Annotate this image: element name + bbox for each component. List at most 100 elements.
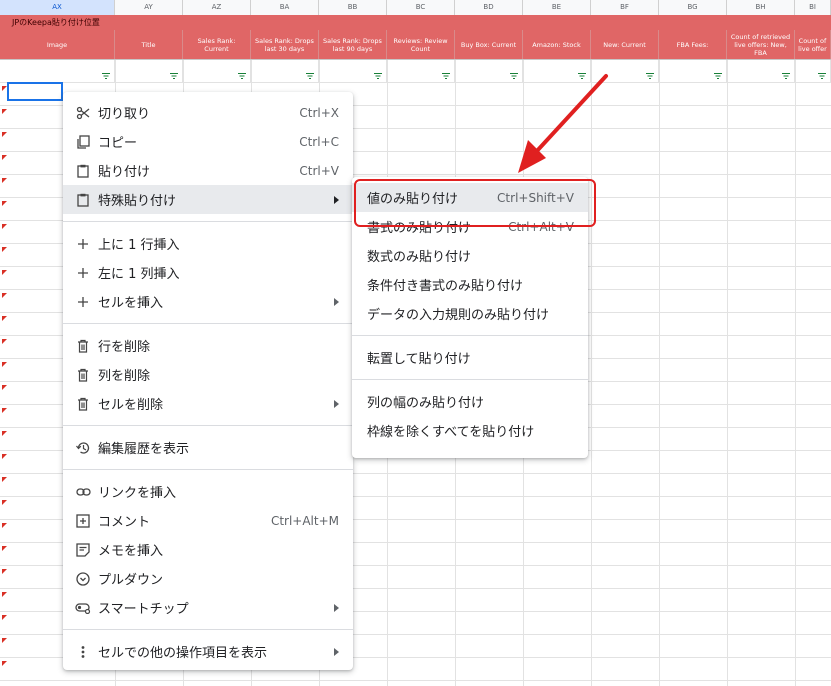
shortcut-text: Ctrl+C: [299, 134, 339, 149]
scissors-icon: [75, 105, 91, 121]
menu-item-more-cell-actions[interactable]: セルでの他の操作項目を表示: [63, 637, 353, 666]
menu-item-insert-row-above[interactable]: 上に 1 行挿入: [63, 229, 353, 258]
title-cell[interactable]: JPのKeepa貼り付け位置: [12, 15, 100, 30]
comment-marker-icon: [2, 109, 7, 114]
header-cell[interactable]: Amazon: Stock: [523, 30, 591, 59]
comment-marker-icon: [2, 569, 7, 574]
filter-icon[interactable]: [646, 73, 654, 79]
plus-icon: [75, 236, 91, 252]
comment-marker-icon: [2, 592, 7, 597]
shortcut-text: Ctrl+X: [299, 105, 339, 120]
column-header-bh[interactable]: BH: [727, 0, 795, 15]
menu-separator: [63, 221, 353, 222]
menu-item-smart-chips[interactable]: スマートチップ: [63, 593, 353, 622]
filter-cell: [183, 60, 251, 82]
header-cell[interactable]: Sales Rank: Current: [183, 30, 251, 59]
header-cell[interactable]: FBA Fees:: [659, 30, 727, 59]
filter-cell: [795, 60, 831, 82]
menu-item-insert-column-left[interactable]: 左に 1 列挿入: [63, 258, 353, 287]
menu-item-label: プルダウン: [98, 573, 164, 588]
filter-icon[interactable]: [782, 73, 790, 79]
menu-item-dropdown[interactable]: プルダウン: [63, 564, 353, 593]
menu-item-paste-all-except-borders[interactable]: 枠線を除くすべてを貼り付け: [352, 416, 588, 445]
selected-cell[interactable]: [7, 82, 63, 101]
filter-icon[interactable]: [170, 73, 178, 79]
comment-marker-icon: [2, 500, 7, 505]
comment-marker-icon: [2, 431, 7, 436]
column-header-ba[interactable]: BA: [251, 0, 319, 15]
menu-item-label: 行を削除: [98, 340, 151, 355]
submenu-arrow-icon: [334, 603, 339, 612]
menu-item-label: メモを挿入: [98, 544, 164, 559]
trash-icon: [75, 367, 91, 383]
menu-item-label: 左に 1 列挿入: [98, 267, 180, 282]
menu-item-paste-formula-only[interactable]: 数式のみ貼り付け: [352, 241, 588, 270]
filter-icon[interactable]: [714, 73, 722, 79]
menu-item-label: 編集履歴を表示: [98, 442, 190, 457]
menu-item-comment[interactable]: コメント Ctrl+Alt+M: [63, 506, 353, 535]
menu-item-label: 転置して貼り付け: [367, 352, 471, 367]
column-header-bd[interactable]: BD: [455, 0, 523, 15]
column-header-ax[interactable]: AX: [0, 0, 115, 15]
filter-icon[interactable]: [442, 73, 450, 79]
menu-item-delete-row[interactable]: 行を削除: [63, 331, 353, 360]
comment-marker-icon: [2, 408, 7, 413]
grid-line: [795, 16, 796, 686]
header-cell[interactable]: Title: [115, 30, 183, 59]
header-cell[interactable]: Sales Rank: Drops last 30 days: [251, 30, 319, 59]
menu-item-paste-data-validation-only[interactable]: データの入力規則のみ貼り付け: [352, 299, 588, 328]
header-cell[interactable]: Count of retrieved live offers: New, FBA: [727, 30, 795, 59]
menu-item-label: スマートチップ: [98, 602, 189, 617]
menu-item-copy[interactable]: コピー Ctrl+C: [63, 127, 353, 156]
menu-item-paste-column-width-only[interactable]: 列の幅のみ貼り付け: [352, 387, 588, 416]
column-header-bc[interactable]: BC: [387, 0, 455, 15]
trash-icon: [75, 338, 91, 354]
menu-item-cut[interactable]: 切り取り Ctrl+X: [63, 98, 353, 127]
menu-item-paste-special[interactable]: 特殊貼り付け: [63, 185, 353, 214]
menu-item-delete-cells[interactable]: セルを削除: [63, 389, 353, 418]
shortcut-text: Ctrl+Alt+M: [270, 513, 339, 528]
filter-icon[interactable]: [238, 73, 246, 79]
header-cell[interactable]: Buy Box: Current: [455, 30, 523, 59]
column-header-bg[interactable]: BG: [659, 0, 727, 15]
menu-item-label: 列を削除: [98, 369, 151, 384]
filter-cell: [319, 60, 387, 82]
column-header-be[interactable]: BE: [523, 0, 591, 15]
menu-item-paste[interactable]: 貼り付け Ctrl+V: [63, 156, 353, 185]
column-header-bb[interactable]: BB: [319, 0, 387, 15]
column-header-bi[interactable]: BI: [795, 0, 831, 15]
header-cell[interactable]: Count of live offer: [795, 30, 831, 59]
annotation-arrow-icon: [518, 74, 608, 173]
smart-chip-icon: [75, 600, 91, 616]
filter-cell: [251, 60, 319, 82]
filter-cell: [727, 60, 795, 82]
menu-item-edit-history[interactable]: 編集履歴を表示: [63, 433, 353, 462]
menu-separator: [63, 629, 353, 630]
filter-cell: [0, 60, 115, 82]
menu-item-insert-link[interactable]: リンクを挿入: [63, 477, 353, 506]
more-vert-icon: [75, 644, 91, 660]
menu-item-label: 貼り付け: [98, 165, 151, 180]
history-icon: [75, 440, 91, 456]
menu-item-delete-column[interactable]: 列を削除: [63, 360, 353, 389]
menu-item-paste-transposed[interactable]: 転置して貼り付け: [352, 343, 588, 372]
column-header-bf[interactable]: BF: [591, 0, 659, 15]
menu-item-insert-cells[interactable]: セルを挿入: [63, 287, 353, 316]
header-cell[interactable]: Image: [0, 30, 115, 59]
column-header-az[interactable]: AZ: [183, 0, 251, 15]
filter-cell: [659, 60, 727, 82]
menu-item-label: 枠線を除くすべてを貼り付け: [367, 425, 535, 440]
header-row: Image Title Sales Rank: Current Sales Ra…: [0, 30, 831, 60]
filter-icon[interactable]: [102, 73, 110, 79]
filter-icon[interactable]: [818, 73, 826, 79]
filter-icon[interactable]: [374, 73, 382, 79]
filter-icon[interactable]: [306, 73, 314, 79]
header-cell[interactable]: Reviews: Review Count: [387, 30, 455, 59]
menu-item-paste-conditional-format-only[interactable]: 条件付き書式のみ貼り付け: [352, 270, 588, 299]
menu-item-insert-note[interactable]: メモを挿入: [63, 535, 353, 564]
header-cell[interactable]: New: Current: [591, 30, 659, 59]
column-header-ay[interactable]: AY: [115, 0, 183, 15]
column-header-bar: AX AY AZ BA BB BC BD BE BF BG BH BI: [0, 0, 831, 16]
comment-marker-icon: [2, 362, 7, 367]
header-cell[interactable]: Sales Rank: Drops last 90 days: [319, 30, 387, 59]
